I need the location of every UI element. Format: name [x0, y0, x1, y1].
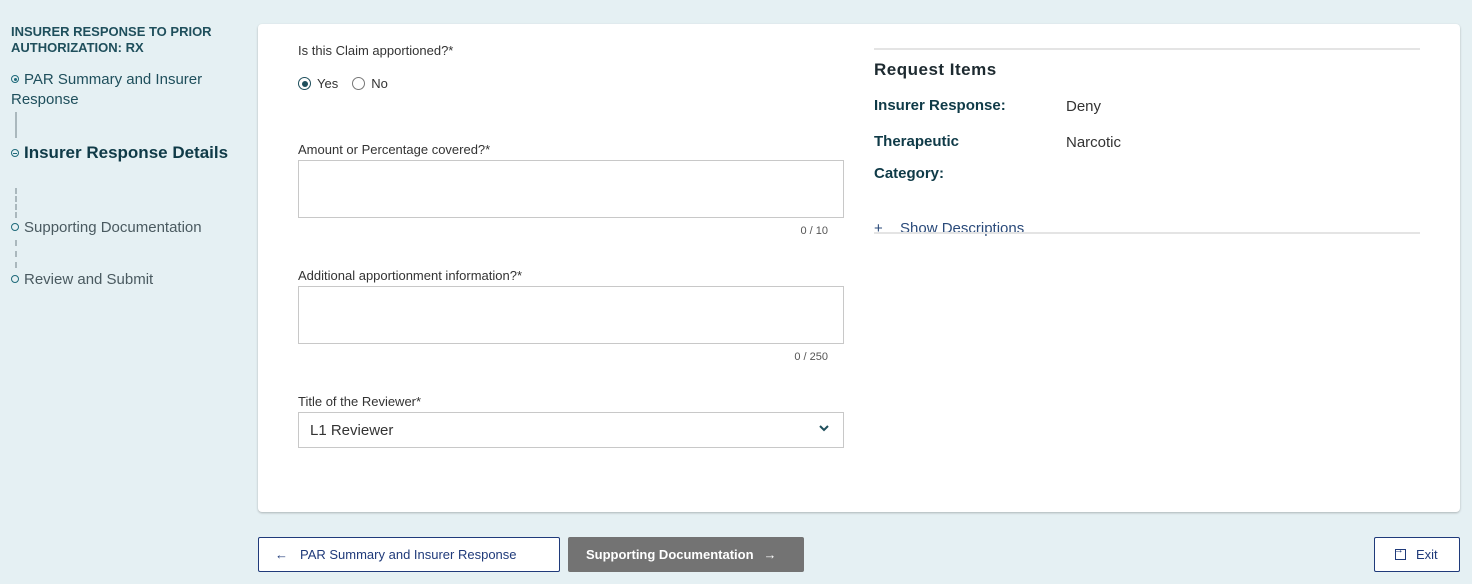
exit-button[interactable]: Exit — [1374, 537, 1460, 572]
show-descriptions-link[interactable]: + Show Descriptions — [874, 220, 1024, 237]
step-label: PAR Summary and Insurer Response — [11, 71, 203, 108]
step-pending-icon — [11, 275, 19, 283]
additional-input[interactable] — [298, 286, 844, 344]
step-connector — [15, 112, 17, 138]
reviewer-title-select[interactable]: L1 Reviewer — [298, 412, 844, 448]
step-supporting-documentation[interactable]: Supporting Documentation — [11, 218, 241, 238]
insurer-response-key: Insurer Response: — [874, 97, 1006, 114]
exit-button-label: Exit — [1416, 547, 1438, 562]
step-label: Supporting Documentation — [24, 219, 202, 236]
step-insurer-response-details[interactable]: Insurer Response Details — [11, 142, 241, 164]
radio-no[interactable]: No — [352, 76, 388, 91]
radio-yes[interactable]: Yes — [298, 76, 338, 91]
additional-label: Additional apportionment information?* — [298, 268, 523, 283]
plus-icon: + — [874, 220, 883, 237]
step-current-icon — [11, 149, 19, 157]
amount-counter: 0 / 10 — [800, 225, 828, 237]
sidebar-title: INSURER RESPONSE TO PRIOR AUTHORIZATION:… — [11, 24, 212, 55]
step-completed-icon — [11, 75, 19, 83]
divider — [874, 232, 1420, 234]
step-review-submit[interactable]: Review and Submit — [11, 270, 241, 290]
step-connector — [15, 240, 17, 268]
amount-input[interactable] — [298, 160, 844, 218]
step-par-summary[interactable]: PAR Summary and Insurer Response — [11, 70, 241, 110]
next-button-label: Supporting Documentation — [586, 547, 754, 562]
arrow-left-icon: ← — [275, 547, 288, 562]
back-button-label: PAR Summary and Insurer Response — [300, 547, 517, 562]
radio-checked-icon — [298, 77, 311, 90]
step-label: Insurer Response Details — [24, 143, 229, 162]
exit-icon — [1393, 544, 1406, 560]
back-button[interactable]: ← PAR Summary and Insurer Response — [258, 537, 560, 572]
therapeutic-category-key: Therapeutic — [874, 133, 960, 150]
radio-label: Yes — [317, 76, 339, 91]
apportioned-label: Is this Claim apportioned?* — [298, 43, 454, 58]
arrow-right-icon: → — [763, 547, 777, 562]
sidebar-stepper: INSURER RESPONSE TO PRIOR AUTHORIZATION:… — [11, 24, 241, 288]
apportioned-radio-group: Yes No — [298, 76, 402, 91]
therapeutic-category-value: Narcotic — [1066, 134, 1122, 151]
insurer-response-value: Deny — [1066, 98, 1102, 115]
next-button[interactable]: Supporting Documentation → — [568, 537, 804, 572]
radio-label: No — [371, 76, 388, 91]
amount-label: Amount or Percentage covered?* — [298, 142, 491, 157]
step-connector — [15, 188, 17, 218]
request-items-title: Request Items — [874, 60, 997, 79]
additional-counter: 0 / 250 — [794, 351, 828, 363]
therapeutic-category-key-line2: Category: — [874, 165, 945, 182]
form-card: Is this Claim apportioned?* Yes No Amoun… — [258, 24, 1460, 512]
divider — [874, 48, 1420, 50]
step-label: Review and Submit — [24, 271, 154, 288]
reviewer-title-label: Title of the Reviewer* — [298, 394, 422, 409]
chevron-down-icon — [819, 425, 829, 432]
show-descriptions-label: Show Descriptions — [900, 220, 1025, 237]
radio-unchecked-icon — [352, 77, 366, 90]
step-pending-icon — [11, 223, 19, 231]
reviewer-title-value: L1 Reviewer — [310, 421, 394, 439]
request-items-panel: Request Items Insurer Response: Deny The… — [874, 48, 1420, 237]
